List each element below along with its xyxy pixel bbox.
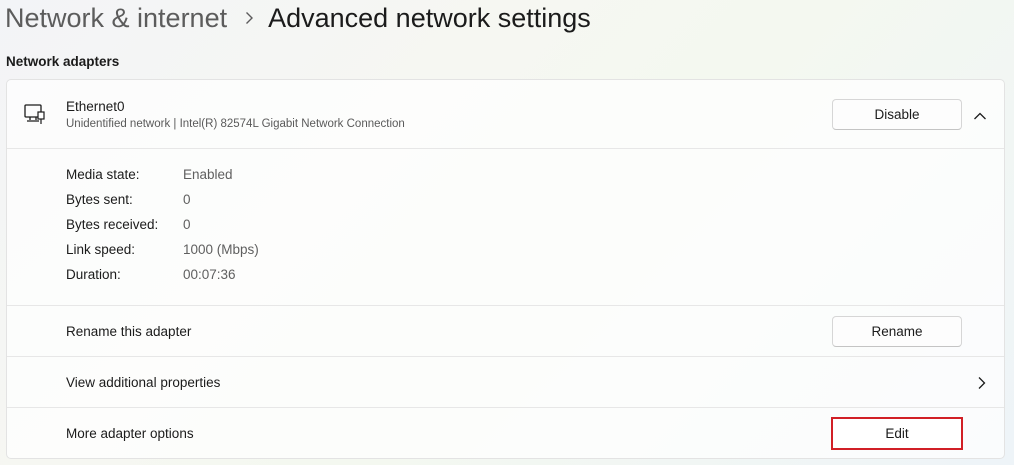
adapter-card: Ethernet0 Unidentified network | Intel(R… <box>6 79 1005 459</box>
chevron-right-icon <box>245 11 254 25</box>
more-adapter-options-row: More adapter options Edit <box>7 408 1004 458</box>
page-title: Advanced network settings <box>268 2 591 33</box>
breadcrumb-parent-link[interactable]: Network & internet <box>5 3 227 34</box>
adapter-name: Ethernet0 <box>66 99 125 114</box>
detail-bytes-sent: Bytes sent: 0 <box>66 192 191 207</box>
detail-media-state: Media state: Enabled <box>66 167 233 182</box>
section-title: Network adapters <box>6 54 120 69</box>
adapter-details: Media state: Enabled Bytes sent: 0 Bytes r… <box>7 149 1004 306</box>
adapter-description: Unidentified network | Intel(R) 82574L G… <box>66 118 405 130</box>
adapter-header[interactable]: Ethernet0 Unidentified network | Intel(R… <box>7 80 1004 149</box>
chevron-up-icon[interactable] <box>973 108 987 120</box>
detail-bytes-received: Bytes received: 0 <box>66 217 191 232</box>
view-properties-row[interactable]: View additional properties <box>7 357 1004 408</box>
ethernet-adapter-icon <box>24 103 46 125</box>
chevron-right-icon <box>977 376 987 390</box>
detail-link-speed: Link speed: 1000 (Mbps) <box>66 242 259 257</box>
disable-button[interactable]: Disable <box>832 99 962 130</box>
rename-button[interactable]: Rename <box>832 316 962 347</box>
rename-adapter-row: Rename this adapter Rename <box>7 306 1004 357</box>
rename-adapter-label: Rename this adapter <box>66 324 192 339</box>
edit-button[interactable]: Edit <box>831 417 963 450</box>
breadcrumb: Network & internet Advanced network sett… <box>5 0 591 36</box>
detail-duration: Duration: 00:07:36 <box>66 267 236 282</box>
more-adapter-options-label: More adapter options <box>66 426 194 441</box>
view-properties-label: View additional properties <box>66 375 221 390</box>
